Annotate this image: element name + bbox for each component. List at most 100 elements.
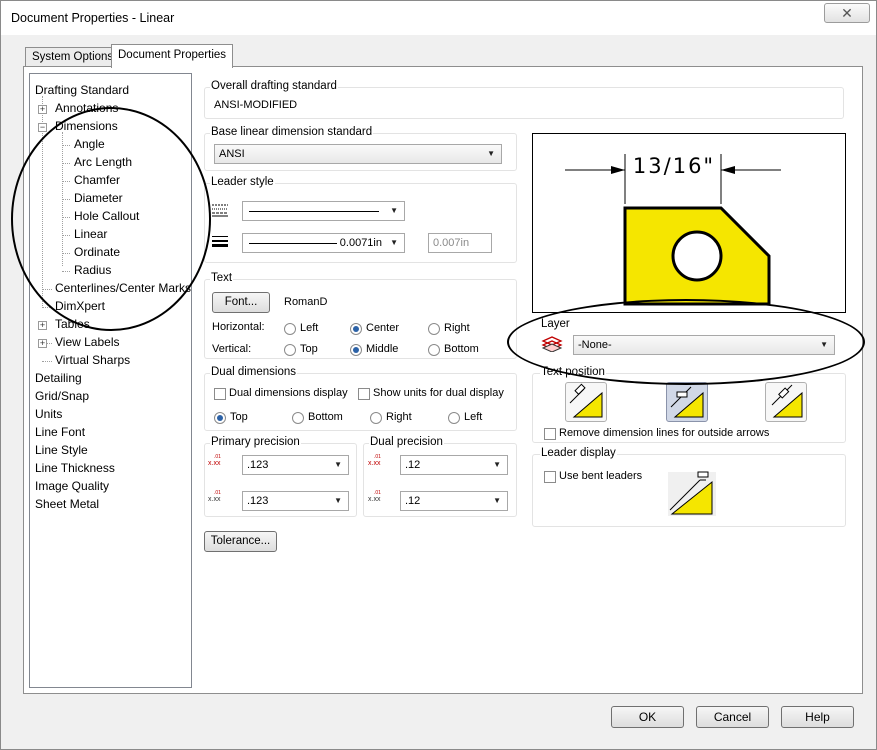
tree-item-units[interactable]: Units [35, 407, 62, 422]
cancel-button[interactable]: Cancel [696, 706, 769, 728]
tab-system-options[interactable]: System Options [25, 47, 121, 67]
horizontal-right-radio[interactable] [428, 323, 440, 335]
show-units-label: Show units for dual display [373, 387, 504, 399]
thickness-line-sample [249, 243, 337, 244]
leader-thickness-select[interactable]: 0.0071in ▼ [242, 233, 405, 253]
solid-line-sample [249, 211, 379, 212]
document-properties-panel: + − + + Drafting Standard Annotations Di… [23, 66, 863, 694]
tree-item-centerlines[interactable]: Centerlines/Center Marks [55, 281, 191, 296]
tree-item-detailing[interactable]: Detailing [35, 371, 82, 386]
dual-top-label: Top [230, 411, 248, 423]
tree-item-view-labels[interactable]: View Labels [55, 335, 120, 350]
leader-line-style-select[interactable]: ▼ [242, 201, 405, 221]
dual-tolerance-precision-icon: .01 x.xx [368, 490, 381, 503]
horizontal-center-radio[interactable] [350, 323, 362, 335]
tree-item-line-font[interactable]: Line Font [35, 425, 85, 440]
dual-precision-select-2[interactable]: .12 ▼ [400, 491, 508, 511]
line-thickness-icon [212, 236, 228, 247]
svg-text:x.xx: x.xx [208, 496, 221, 503]
vertical-top-label: Top [300, 343, 318, 355]
help-button[interactable]: Help [781, 706, 854, 728]
base-linear-label: Base linear dimension standard [210, 126, 374, 138]
tree-item-linear[interactable]: Linear [74, 227, 107, 242]
tree-item-line-style[interactable]: Line Style [35, 443, 88, 458]
tolerance-button[interactable]: Tolerance... [204, 531, 277, 552]
svg-text:x.xx: x.xx [208, 460, 221, 467]
chevron-down-icon: ▼ [820, 340, 828, 349]
tree-item-dimensions[interactable]: Dimensions [55, 119, 118, 134]
view-labels-expander[interactable]: + [38, 339, 47, 348]
tree-item-line-thickness[interactable]: Line Thickness [35, 461, 115, 476]
ok-button[interactable]: OK [611, 706, 684, 728]
show-units-checkbox[interactable] [358, 388, 370, 400]
chevron-down-icon: ▼ [493, 496, 501, 505]
primary-precision-value-2: .123 [247, 495, 269, 507]
text-inline-icon [670, 386, 704, 418]
document-properties-dialog: Document Properties - Linear ✕ System Op… [0, 0, 877, 750]
close-button[interactable]: ✕ [824, 3, 870, 23]
remove-dim-lines-label: Remove dimension lines for outside arrow… [559, 427, 770, 439]
dual-precision-label: Dual precision [369, 436, 444, 448]
tree-item-radius[interactable]: Radius [74, 263, 111, 278]
vertical-top-radio[interactable] [284, 344, 296, 356]
tree-item-sheet-metal[interactable]: Sheet Metal [35, 497, 99, 512]
overall-standard-label: Overall drafting standard [210, 80, 338, 92]
chevron-down-icon: ▼ [334, 496, 342, 505]
horizontal-left-radio[interactable] [284, 323, 296, 335]
vertical-bottom-radio[interactable] [428, 344, 440, 356]
custom-thickness-value: 0.007in [433, 237, 470, 249]
primary-precision-select-2[interactable]: .123 ▼ [242, 491, 349, 511]
tree-item-dimxpert[interactable]: DimXpert [55, 299, 105, 314]
dual-bottom-radio[interactable] [292, 412, 304, 424]
vertical-bottom-label: Bottom [444, 343, 479, 355]
text-position-inline-button[interactable] [666, 382, 708, 422]
dual-left-radio[interactable] [448, 412, 460, 424]
tree-item-arc-length[interactable]: Arc Length [74, 155, 132, 170]
annotations-expander[interactable]: + [38, 105, 47, 114]
dimension-text: 13/16" [632, 154, 716, 178]
dual-precision-select-1[interactable]: .12 ▼ [400, 455, 508, 475]
tree-item-grid-snap[interactable]: Grid/Snap [35, 389, 89, 404]
tab-document-properties[interactable]: Document Properties [111, 44, 234, 68]
text-position-horizontal-button[interactable] [765, 382, 807, 422]
svg-text:x.xx: x.xx [368, 460, 381, 467]
dual-right-radio[interactable] [370, 412, 382, 424]
horizontal-label: Horizontal: [212, 321, 265, 333]
tree-item-diameter[interactable]: Diameter [74, 191, 123, 206]
chevron-down-icon: ▼ [493, 460, 501, 469]
line-style-icon [212, 204, 228, 217]
tree-item-angle[interactable]: Angle [74, 137, 105, 152]
dual-precision-value-1: .12 [405, 459, 421, 471]
tree-item-chamfer[interactable]: Chamfer [74, 173, 120, 188]
tree-item-drafting-standard[interactable]: Drafting Standard [35, 83, 129, 98]
use-bent-leaders-checkbox[interactable] [544, 471, 556, 483]
use-bent-leaders-label: Use bent leaders [559, 470, 643, 482]
text-horizontal-icon [771, 384, 803, 418]
remove-dim-lines-checkbox[interactable] [544, 428, 556, 440]
tree-item-image-quality[interactable]: Image Quality [35, 479, 109, 494]
base-linear-select[interactable]: ANSI ▼ [214, 144, 502, 164]
window-title: Document Properties - Linear [11, 11, 175, 25]
tree-item-hole-callout[interactable]: Hole Callout [74, 209, 139, 224]
tree-item-tables[interactable]: Tables [55, 317, 90, 332]
vertical-middle-radio[interactable] [350, 344, 362, 356]
options-tree[interactable]: + − + + Drafting Standard Annotations Di… [29, 73, 192, 688]
custom-thickness-input[interactable]: 0.007in [428, 233, 492, 253]
title-bar: Document Properties - Linear ✕ [1, 1, 876, 35]
font-name: RomanD [284, 296, 328, 308]
layer-select[interactable]: -None- ▼ [573, 335, 835, 355]
tolerance-precision-icon: .01 x.xx [208, 490, 221, 503]
primary-precision-select-1[interactable]: .123 ▼ [242, 455, 349, 475]
text-position-above-button[interactable] [565, 382, 607, 422]
horizontal-left-label: Left [300, 322, 319, 334]
dimensions-expander[interactable]: − [38, 123, 47, 132]
tree-item-ordinate[interactable]: Ordinate [74, 245, 120, 260]
chevron-down-icon: ▼ [390, 206, 398, 215]
dual-top-radio[interactable] [214, 412, 226, 424]
font-button[interactable]: Font... [212, 292, 270, 313]
tables-expander[interactable]: + [38, 321, 47, 330]
tree-item-virtual-sharps[interactable]: Virtual Sharps [55, 353, 130, 368]
tree-item-annotations[interactable]: Annotations [55, 101, 118, 116]
leader-display-label: Leader display [540, 447, 617, 459]
dual-display-checkbox[interactable] [214, 388, 226, 400]
